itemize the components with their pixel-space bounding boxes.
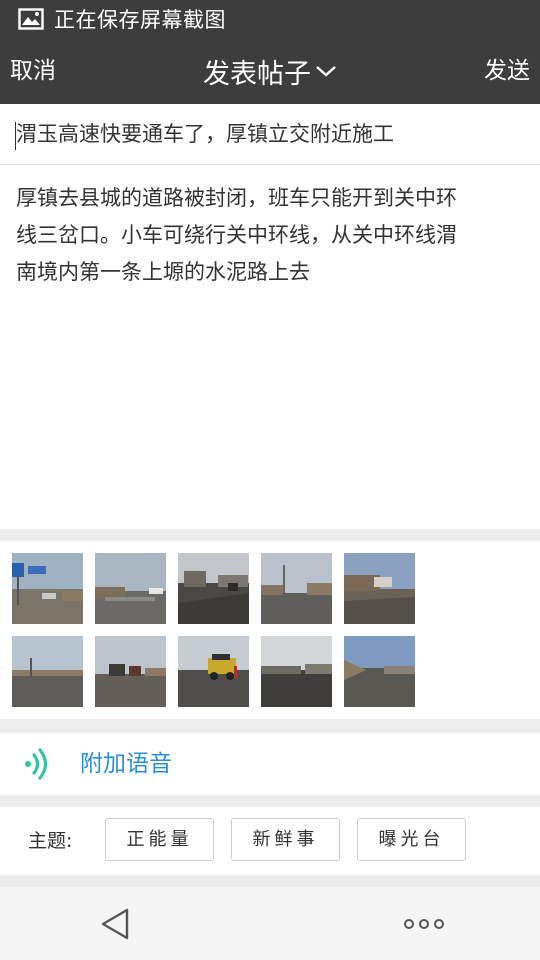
status-bar: 正在保存屏幕截图 xyxy=(0,0,540,38)
body-input[interactable]: 厚镇去县城的道路被封闭，班车只能开到关中环 线三岔口。小车可绕行关中环线，从关中… xyxy=(16,180,526,291)
attach-voice-label: 附加语音 xyxy=(80,751,172,777)
divider xyxy=(0,719,540,733)
sound-wave-icon xyxy=(25,748,48,780)
image-icon xyxy=(18,8,44,30)
photo-thumbnail[interactable] xyxy=(95,553,166,624)
back-triangle-icon[interactable] xyxy=(99,907,131,941)
topic-exposure-button[interactable]: 曝光台 xyxy=(357,818,466,861)
status-text: 正在保存屏幕截图 xyxy=(54,8,226,32)
photo-thumbnail[interactable] xyxy=(261,553,332,624)
divider xyxy=(0,875,540,887)
photo-grid xyxy=(0,541,540,719)
topic-positive-energy-button[interactable]: 正能量 xyxy=(105,818,214,861)
more-dots-icon[interactable] xyxy=(403,917,445,931)
photo-thumbnail[interactable] xyxy=(261,636,332,707)
subject-input[interactable]: 渭玉高速快要通车了，厚镇立交附近施工 xyxy=(0,104,540,165)
chevron-down-icon xyxy=(316,66,336,77)
divider xyxy=(0,795,540,807)
topic-row: 主题: 正能量 新鲜事 曝光台 xyxy=(0,807,540,875)
photo-thumbnail[interactable] xyxy=(12,553,83,624)
navigation-bar xyxy=(0,887,540,960)
page-title: 发表帖子 xyxy=(203,58,311,90)
photo-thumbnail[interactable] xyxy=(95,636,166,707)
topic-label: 主题: xyxy=(28,830,73,852)
photo-thumbnail[interactable] xyxy=(12,636,83,707)
body-line: 厚镇去县城的道路被封闭，班车只能开到关中环 xyxy=(16,186,457,210)
body-line: 线三岔口。小车可绕行关中环线，从关中环线渭 xyxy=(16,223,457,247)
attach-voice-button[interactable]: 附加语音 xyxy=(0,733,540,795)
send-button[interactable]: 发送 xyxy=(484,38,530,104)
app-header: 发表帖子 取消 发送 xyxy=(0,38,540,104)
post-type-selector[interactable]: 发表帖子 xyxy=(0,38,540,104)
topic-news-button[interactable]: 新鲜事 xyxy=(231,818,340,861)
body-line: 南境内第一条上塬的水泥路上去 xyxy=(16,260,310,284)
subject-text: 渭玉高速快要通车了，厚镇立交附近施工 xyxy=(16,122,394,146)
photo-thumbnail[interactable] xyxy=(178,636,249,707)
photo-thumbnail[interactable] xyxy=(344,636,415,707)
photo-thumbnail[interactable] xyxy=(344,553,415,624)
photo-thumbnail[interactable] xyxy=(178,553,249,624)
divider xyxy=(0,529,540,541)
cancel-button[interactable]: 取消 xyxy=(10,38,56,104)
